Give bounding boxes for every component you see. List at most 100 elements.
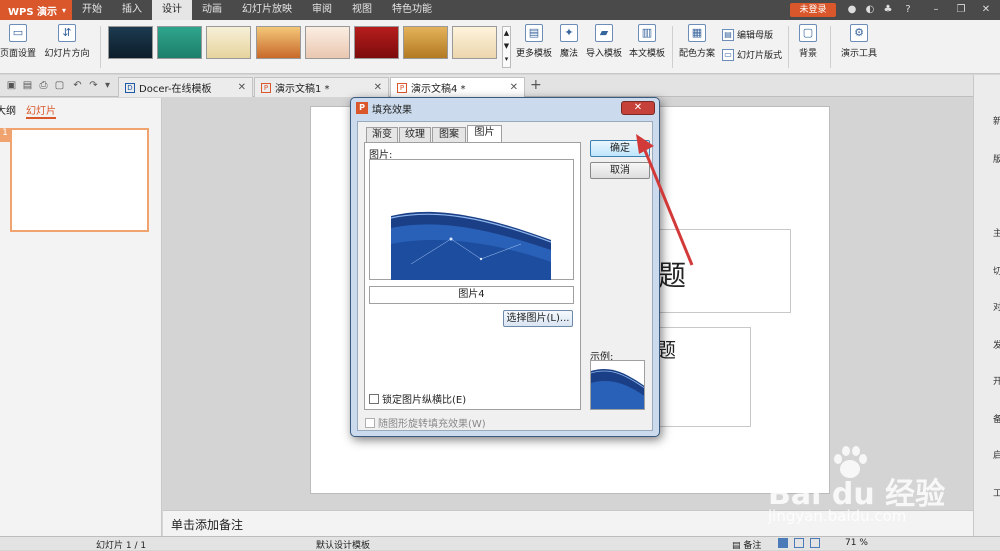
menu-animation[interactable]: 动画 [192, 0, 232, 20]
ribbon: ▭ 页面设置 ⇵ 幻灯片方向 ▲ ▼ ▾ ▤ 更多模板 ✦ 魔法 ▰ 导入模板 ▥ … [0, 20, 1000, 74]
templates-icon: ▤ [525, 24, 543, 42]
close-icon[interactable]: ✕ [980, 4, 992, 16]
template-scroll[interactable]: ▲ ▼ ▾ [502, 26, 511, 68]
slide-thumbnail[interactable] [10, 128, 149, 232]
cancel-button[interactable]: 取消 [590, 162, 650, 179]
tab-presentation-1[interactable]: P 演示文稿1 * ✕ [254, 77, 389, 97]
close-icon: ✕ [633, 102, 643, 113]
edit-master-button[interactable]: ▤ 编辑母版 [722, 28, 773, 41]
tab-outline[interactable]: 大纲 [0, 102, 16, 117]
presentation-icon: P [397, 82, 407, 93]
tab-presentation-4[interactable]: P 演示文稿4 * ✕ [390, 77, 525, 97]
title-placeholder[interactable]: 题 [651, 229, 791, 313]
minimize-icon[interactable]: – [930, 4, 942, 16]
wps-logo-icon: P [356, 102, 368, 114]
example-preview [590, 360, 645, 410]
redo-icon[interactable]: ↷ [88, 80, 99, 91]
slide-layout-button[interactable]: ▭ 幻灯片版式 [722, 48, 782, 61]
slide-counter: 幻灯片 1 / 1 [96, 541, 147, 551]
page-setup-button[interactable]: ▭ 页面设置 [0, 24, 36, 59]
magic-button[interactable]: ✦ 魔法 [556, 24, 582, 59]
template-thumbnail[interactable] [305, 26, 350, 59]
subtitle-placeholder[interactable]: 题 [651, 327, 751, 427]
close-icon[interactable]: ✕ [510, 82, 518, 93]
template-thumbnail[interactable] [256, 26, 301, 59]
template-thumbnail[interactable] [452, 26, 497, 59]
print-icon[interactable]: ⎙ [38, 80, 49, 91]
tab-gradient[interactable]: 渐变 [366, 127, 398, 143]
app-menu-button[interactable]: WPS 演示 ▾ [0, 0, 72, 20]
dialog-close-button[interactable]: ✕ [621, 101, 655, 115]
right-pane-label[interactable]: 对 [993, 300, 1000, 313]
tab-pattern[interactable]: 图案 [432, 127, 466, 143]
rotate-with-shape-option[interactable]: 随图形旋转填充效果(W) [365, 415, 486, 430]
tab-picture[interactable]: 图片 [467, 125, 502, 143]
presentation-tools-button[interactable]: ⚙ 演示工具 [834, 24, 884, 59]
menu-view[interactable]: 视图 [342, 0, 382, 20]
tab-texture[interactable]: 纹理 [399, 127, 431, 143]
chat-icon[interactable]: ◐ [864, 4, 876, 16]
print-preview-icon[interactable]: ▢ [54, 80, 65, 91]
skin-icon[interactable]: ● [846, 4, 858, 16]
menu-slideshow[interactable]: 幻灯片放映 [232, 0, 302, 20]
export-pdf-icon[interactable]: ▤ [22, 80, 33, 91]
magic-label: 魔法 [559, 49, 578, 59]
background-label: 背景 [798, 49, 817, 59]
help-icon[interactable]: ? [902, 4, 914, 16]
slide-layout-label: 幻灯片版式 [737, 51, 783, 61]
template-thumbnail[interactable] [206, 26, 251, 59]
picture-tab-panel: 图片: 图片4 选择图片(L)... 锁定图片纵横比(E) [364, 142, 581, 410]
slide-direction-button[interactable]: ⇵ 幻灯片方向 [38, 24, 96, 59]
right-pane-label[interactable]: 工 [993, 486, 1000, 499]
right-pane-label[interactable]: 备 [993, 412, 1000, 425]
import-template-button[interactable]: ▰ 导入模板 [584, 24, 624, 59]
menu-design[interactable]: 设计 [152, 0, 192, 20]
dialog-title-bar[interactable]: P 填充效果 [351, 98, 659, 118]
notes-toggle[interactable]: ▤ 备注 [732, 538, 761, 551]
right-pane-label[interactable]: 切 [993, 264, 1000, 277]
slide-number: 1 [0, 128, 10, 142]
background-button[interactable]: ▢ 背景 [792, 24, 824, 59]
fill-effects-dialog: P 填充效果 ✕ 渐变 纹理 图案 图片 图片: 图片4 选择图片(L)... … [350, 97, 660, 437]
lock-ratio-option[interactable]: 锁定图片纵横比(E) [369, 391, 466, 406]
layout-icon: ▭ [722, 48, 734, 61]
menu-home[interactable]: 开始 [72, 0, 112, 20]
more-templates-button[interactable]: ▤ 更多模板 [514, 24, 554, 59]
select-picture-button[interactable]: 选择图片(L)... [503, 310, 573, 327]
restore-icon[interactable]: ❐ [955, 4, 967, 16]
chevron-down-icon[interactable]: ▾ [102, 80, 113, 91]
right-pane-label[interactable]: 版 [993, 152, 1000, 165]
ok-button[interactable]: 确定 [590, 140, 650, 157]
color-scheme-button[interactable]: ▦ 配色方案 [676, 24, 718, 59]
text-template-button[interactable]: ▥ 本文模板 [626, 24, 668, 59]
rotate-with-shape-checkbox[interactable] [365, 417, 375, 428]
close-icon[interactable]: ✕ [374, 82, 382, 93]
slide-direction-icon: ⇵ [58, 24, 76, 42]
template-thumbnail[interactable] [354, 26, 399, 59]
ribbon-divider [830, 26, 831, 68]
right-pane-label[interactable]: 启 [993, 448, 1000, 461]
template-thumbnail[interactable] [157, 26, 202, 59]
right-pane-label[interactable]: 主 [993, 226, 1000, 239]
login-button[interactable]: 未登录 [790, 3, 836, 17]
lock-ratio-label: 锁定图片纵横比(E) [382, 395, 467, 406]
shirt-icon[interactable]: ♣ [882, 4, 894, 16]
menu-features[interactable]: 特色功能 [382, 0, 442, 20]
right-pane-label[interactable]: 开 [993, 374, 1000, 387]
template-thumbnail[interactable] [108, 26, 153, 59]
app-name: WPS 演示 [8, 6, 58, 18]
menu-insert[interactable]: 插入 [112, 0, 152, 20]
right-pane-label[interactable]: 新 [993, 114, 1000, 127]
right-pane-label[interactable]: 发 [993, 338, 1000, 351]
menu-review[interactable]: 审阅 [302, 0, 342, 20]
save-icon[interactable]: ▣ [6, 80, 17, 91]
lock-ratio-checkbox[interactable] [369, 393, 379, 404]
close-icon[interactable]: ✕ [238, 82, 246, 93]
new-tab-icon[interactable]: + [530, 77, 542, 93]
folder-icon: ▰ [595, 24, 613, 42]
undo-icon[interactable]: ↶ [72, 80, 83, 91]
document-tab-bar: ▣ ▤ ⎙ ▢ ↶ ↷ ▾ D Docer-在线模板 ✕ P 演示文稿1 * ✕… [0, 75, 1000, 97]
tab-docer[interactable]: D Docer-在线模板 ✕ [118, 77, 253, 97]
tab-slides[interactable]: 幻灯片 [26, 102, 56, 119]
template-thumbnail[interactable] [403, 26, 448, 59]
